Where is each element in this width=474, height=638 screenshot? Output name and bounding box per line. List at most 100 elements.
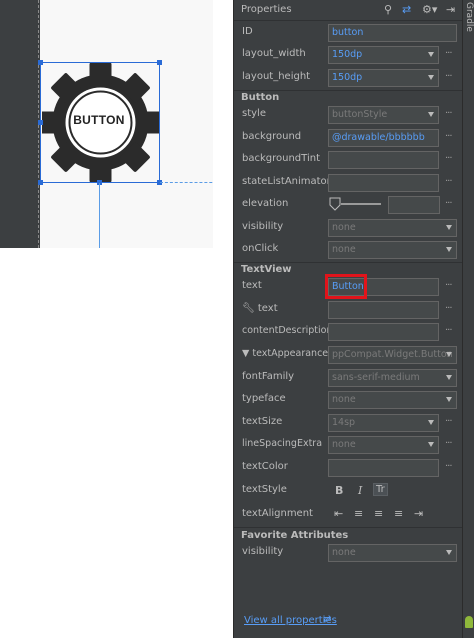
- canvas-margin: [213, 0, 233, 248]
- background-field[interactable]: @drawable/bbbbbb: [328, 129, 439, 147]
- more-icon[interactable]: ···: [445, 461, 452, 472]
- section-favorite-attributes: Favorite Attributes: [241, 530, 349, 541]
- more-icon[interactable]: ···: [445, 71, 452, 82]
- align-start-icon[interactable]: ⇤: [334, 507, 343, 520]
- tools-text-label: 🔧︎ text: [242, 303, 278, 314]
- properties-panel: Properties ⚲ ⇄ ⚙▾ ⇥ ID button layout_wid…: [233, 0, 462, 638]
- chevron-down-icon: [428, 442, 434, 447]
- bold-toggle[interactable]: B: [335, 484, 343, 497]
- elevation-field[interactable]: [388, 196, 440, 214]
- style-value: buttonStyle: [332, 109, 388, 120]
- canvas-empty-area: [40, 248, 230, 638]
- component-tree-strip: [0, 0, 40, 248]
- text-style-label: textStyle: [242, 484, 287, 495]
- constraint-handle-left[interactable]: [38, 120, 43, 125]
- row-background: background @drawable/bbbbbb ···: [234, 127, 462, 149]
- layout-width-dropdown[interactable]: 150dp: [328, 46, 439, 64]
- row-layout-width: layout_width 150dp ···: [234, 44, 462, 66]
- more-icon[interactable]: ···: [445, 303, 452, 314]
- text-size-dropdown[interactable]: 14sp: [328, 414, 439, 432]
- layout-height-dropdown[interactable]: 150dp: [328, 69, 439, 87]
- line-spacing-extra-dropdown[interactable]: none: [328, 436, 439, 454]
- more-icon[interactable]: ···: [445, 48, 452, 59]
- italic-toggle[interactable]: I: [358, 484, 362, 497]
- row-background-tint: backgroundTint ···: [234, 149, 462, 171]
- text-alignment-label: textAlignment: [242, 508, 313, 519]
- swap-arrows-icon[interactable]: ⇄: [323, 614, 331, 625]
- more-icon[interactable]: ···: [445, 176, 452, 187]
- resize-handle-top-right[interactable]: [157, 60, 162, 65]
- divider: [234, 90, 462, 91]
- text-size-value: 14sp: [332, 417, 356, 428]
- content-description-field[interactable]: [328, 323, 439, 341]
- onclick-dropdown[interactable]: none: [328, 241, 457, 259]
- state-list-animator-label: stateListAnimator: [242, 176, 331, 187]
- resize-handle-top-left[interactable]: [38, 60, 43, 65]
- gear-icon[interactable]: ⚙▾: [422, 3, 437, 16]
- style-dropdown[interactable]: buttonStyle: [328, 106, 439, 124]
- background-tint-field[interactable]: [328, 151, 439, 169]
- typeface-dropdown[interactable]: none: [328, 391, 457, 409]
- more-icon[interactable]: ···: [445, 325, 452, 336]
- more-icon[interactable]: ···: [445, 198, 452, 209]
- section-button: Button: [241, 92, 280, 103]
- more-icon[interactable]: ···: [445, 438, 452, 449]
- row-text-appearance: ▼ textAppearance ppCompat.Widget.Button: [234, 344, 462, 366]
- visibility-dropdown[interactable]: none: [328, 219, 457, 237]
- tools-text-field[interactable]: [328, 301, 439, 319]
- row-elevation: elevation ···: [234, 194, 462, 216]
- row-typeface: typeface none: [234, 389, 462, 411]
- state-list-animator-field[interactable]: [328, 174, 439, 192]
- more-icon[interactable]: ···: [445, 416, 452, 427]
- gradle-side-tab[interactable]: Gradle: [462, 0, 474, 638]
- more-icon[interactable]: ···: [445, 153, 452, 164]
- row-visibility: visibility none: [234, 217, 462, 239]
- design-canvas[interactable]: BUTTON: [38, 0, 232, 248]
- chevron-down-icon: [428, 112, 434, 117]
- row-font-family: fontFamily sans-serif-medium: [234, 367, 462, 389]
- search-icon[interactable]: ⚲: [384, 3, 392, 16]
- expand-triangle-icon[interactable]: ▼: [242, 348, 249, 359]
- tools-text-label-text: text: [257, 303, 278, 314]
- row-text-size: textSize 14sp ···: [234, 412, 462, 434]
- pin-icon[interactable]: ⇥: [446, 3, 455, 16]
- more-icon[interactable]: ···: [445, 108, 452, 119]
- favorite-visibility-dropdown[interactable]: none: [328, 544, 457, 562]
- row-style: style buttonStyle ···: [234, 104, 462, 126]
- layout-height-label: layout_height: [242, 71, 311, 82]
- resize-handle-bottom-left[interactable]: [38, 180, 43, 185]
- swap-arrows-icon[interactable]: ⇄: [402, 3, 411, 16]
- background-label: background: [242, 131, 302, 142]
- all-caps-toggle[interactable]: Tr: [373, 483, 388, 496]
- chevron-down-icon: [446, 225, 452, 230]
- chevron-down-icon: [446, 247, 452, 252]
- font-family-dropdown[interactable]: sans-serif-medium: [328, 369, 457, 387]
- layout-height-value: 150dp: [332, 72, 363, 83]
- chevron-down-icon: [446, 397, 452, 402]
- layout-width-value: 150dp: [332, 49, 363, 60]
- onclick-label: onClick: [242, 243, 279, 254]
- text-appearance-label[interactable]: ▼ textAppearance: [242, 348, 328, 359]
- align-end-icon[interactable]: ⇥: [414, 507, 423, 520]
- slider-thumb-icon[interactable]: [329, 197, 341, 211]
- onclick-value: none: [332, 244, 356, 255]
- text-appearance-dropdown[interactable]: ppCompat.Widget.Button: [328, 346, 457, 364]
- content-description-label: contentDescription: [242, 325, 333, 336]
- font-family-value: sans-serif-medium: [332, 372, 420, 383]
- align-right-icon[interactable]: ≡: [394, 507, 403, 520]
- id-field[interactable]: button: [328, 24, 457, 42]
- line-spacing-extra-value: none: [332, 439, 356, 450]
- divider: [234, 262, 462, 263]
- more-icon[interactable]: ···: [445, 131, 452, 142]
- row-layout-height: layout_height 150dp ···: [234, 67, 462, 89]
- align-center-icon[interactable]: ≡: [374, 507, 383, 520]
- wrench-icon: 🔧︎: [242, 303, 255, 314]
- chevron-down-icon: [428, 52, 434, 57]
- elevation-slider-track[interactable]: [341, 203, 381, 205]
- chevron-down-icon: [446, 352, 452, 357]
- selection-box[interactable]: [40, 62, 160, 183]
- more-icon[interactable]: ···: [445, 280, 452, 291]
- android-icon[interactable]: [465, 616, 473, 628]
- text-color-field[interactable]: [328, 459, 439, 477]
- align-left-icon[interactable]: ≡: [354, 507, 363, 520]
